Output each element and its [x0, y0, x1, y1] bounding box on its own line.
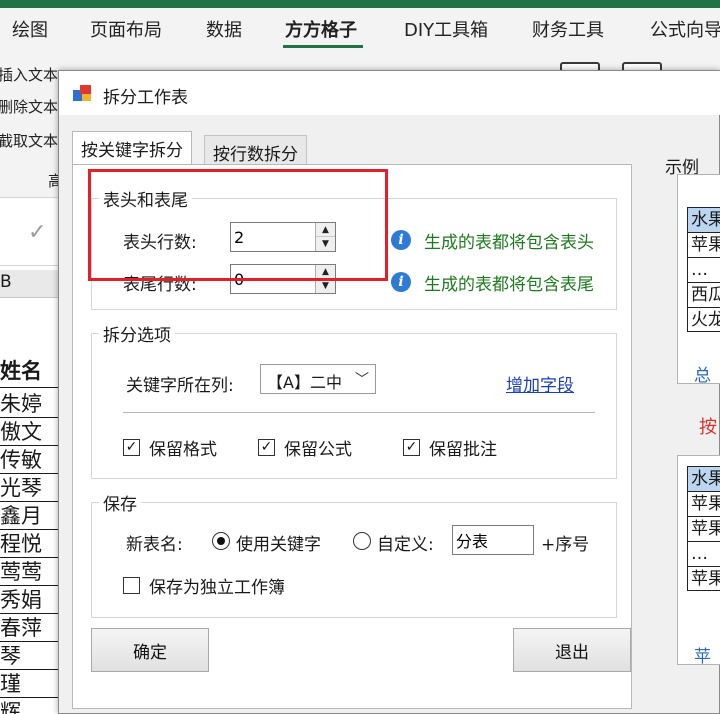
keep-formula-label: 保留公式 — [284, 440, 352, 460]
example-source-sheet: 水果 苹果 … 西瓜 火龙 总 — [677, 174, 720, 386]
chevron-down-icon: ﹀ — [355, 372, 369, 388]
keep-comment-checkbox[interactable]: ✓ — [403, 439, 420, 456]
keep-comment-label: 保留批注 — [429, 440, 497, 460]
sheet-cell[interactable]: 瑾 — [0, 671, 62, 698]
divider — [123, 412, 595, 413]
sheet-cell[interactable]: 莺莺 — [0, 559, 62, 586]
sheet-cell[interactable]: 傲文 — [0, 419, 62, 446]
sheet-cell[interactable]: 琴 — [0, 643, 62, 670]
save-independent-checkbox[interactable] — [123, 577, 140, 594]
spin-down-icon[interactable]: ▼ — [316, 279, 335, 293]
formula-bar: ✓ — [0, 198, 62, 266]
sheet-cell[interactable]: 朱婷 — [0, 391, 62, 418]
tab-page-layout[interactable]: 页面布局 — [90, 16, 162, 42]
ribbon-tab-bar: 绘图 页面布局 数据 方方格子 DIY工具箱 财务工具 公式向导 — [0, 8, 720, 48]
custom-name-input-box[interactable] — [452, 525, 534, 555]
keep-formula-checkbox[interactable]: ✓ — [258, 439, 275, 456]
example-cell: … — [687, 541, 720, 566]
sheet-cell[interactable]: 传敏 — [0, 447, 62, 474]
sheet-name-label: 新表名: — [126, 535, 183, 555]
tab-split-by-rows[interactable]: 按行数拆分 — [204, 135, 307, 165]
key-column-value: 【A】二中 — [267, 373, 342, 392]
example-cell: 西瓜 — [687, 282, 720, 307]
highlight-box — [88, 169, 388, 281]
example-sheet-tab: 苹 — [694, 647, 711, 667]
info-icon: i — [391, 272, 411, 292]
ok-button[interactable]: 确定 — [91, 628, 209, 672]
save-group-label: 保存 — [99, 490, 141, 515]
example-cell: 苹果 — [687, 232, 720, 257]
sheet-cell[interactable]: 辉 — [0, 699, 62, 714]
sheet-header-cell[interactable]: 姓名 — [0, 358, 62, 388]
save-independent-label: 保存为独立工作簿 — [149, 578, 285, 598]
footer-hint: 生成的表都将包含表尾 — [424, 275, 594, 295]
dialog-title: 拆分工作表 — [103, 88, 188, 108]
sheet-cell[interactable]: 光琴 — [0, 475, 62, 502]
add-field-link[interactable]: 增加字段 — [506, 371, 574, 396]
insert-text-button[interactable]: 插入文本 — [0, 64, 58, 85]
title-bar-strip — [0, 0, 720, 8]
keep-format-checkbox[interactable]: ✓ — [123, 439, 140, 456]
tab-draw[interactable]: 绘图 — [12, 16, 48, 42]
info-icon: i — [391, 230, 411, 250]
example-cell: … — [687, 257, 720, 282]
exit-button[interactable]: 退出 — [513, 628, 631, 672]
example-result-sheet: 水果 苹果 苹果 … 苹果 苹 — [677, 455, 720, 667]
column-header[interactable]: B — [0, 270, 62, 298]
sheet-cell[interactable]: 鑫月 — [0, 503, 62, 530]
example-split-arrow: 按 — [699, 417, 717, 438]
custom-name-radio[interactable] — [353, 532, 371, 550]
header-hint: 生成的表都将包含表头 — [424, 233, 594, 253]
sheet-cell[interactable]: 春萍 — [0, 615, 62, 642]
tab-split-by-keyword[interactable]: 按关键字拆分 — [72, 131, 192, 165]
key-column-label: 关键字所在列: — [126, 376, 234, 396]
example-cell: 水果 — [687, 466, 720, 491]
delete-text-button[interactable]: 删除文本 — [0, 96, 58, 117]
save-group — [91, 502, 617, 618]
key-column-select[interactable]: 【A】二中 ﹀ — [260, 364, 376, 394]
dialog-title-bar[interactable]: 拆分工作表 — [59, 71, 720, 115]
keep-format-label: 保留格式 — [149, 440, 217, 460]
example-cell: 水果 — [687, 207, 720, 232]
example-cell: 火龙 — [687, 307, 720, 332]
use-keyword-label: 使用关键字 — [236, 535, 321, 555]
sheet-cell[interactable]: 程悦 — [0, 531, 62, 558]
sequence-suffix-label: +序号 — [541, 535, 590, 555]
custom-name-label: 自定义: — [377, 535, 434, 555]
example-cell: 苹果 — [687, 566, 720, 591]
example-cell: 苹果 — [687, 516, 720, 541]
worksheet-area: ✓ B 姓名 朱婷 傲文 传敏 光琴 鑫月 程悦 莺莺 秀娟 春萍 琴 瑾 辉 — [0, 198, 62, 714]
use-keyword-radio[interactable] — [212, 532, 230, 550]
extract-text-button[interactable]: 截取文本 — [0, 130, 58, 151]
tab-finance-tools[interactable]: 财务工具 — [532, 16, 604, 42]
tab-fangfang-gezi[interactable]: 方方格子 — [285, 16, 357, 42]
column-header-label: B — [0, 272, 12, 292]
sheet-cell[interactable]: 秀娟 — [0, 587, 62, 614]
custom-name-input[interactable] — [453, 526, 533, 554]
split-sheet-dialog: 拆分工作表 按关键字拆分 按行数拆分 表头和表尾 表头行数: ▲▼ i 生成的表… — [58, 70, 720, 714]
split-options-group-label: 拆分选项 — [99, 321, 175, 346]
tab-formula-wizard[interactable]: 公式向导 — [650, 16, 720, 42]
example-sheet-tab: 总 — [694, 366, 711, 386]
tab-diy-toolbox[interactable]: DIY工具箱 — [404, 16, 488, 42]
example-cell: 苹果 — [687, 491, 720, 516]
tab-data[interactable]: 数据 — [206, 16, 242, 42]
app-logo-icon — [73, 85, 91, 101]
check-icon[interactable]: ✓ — [28, 220, 46, 245]
